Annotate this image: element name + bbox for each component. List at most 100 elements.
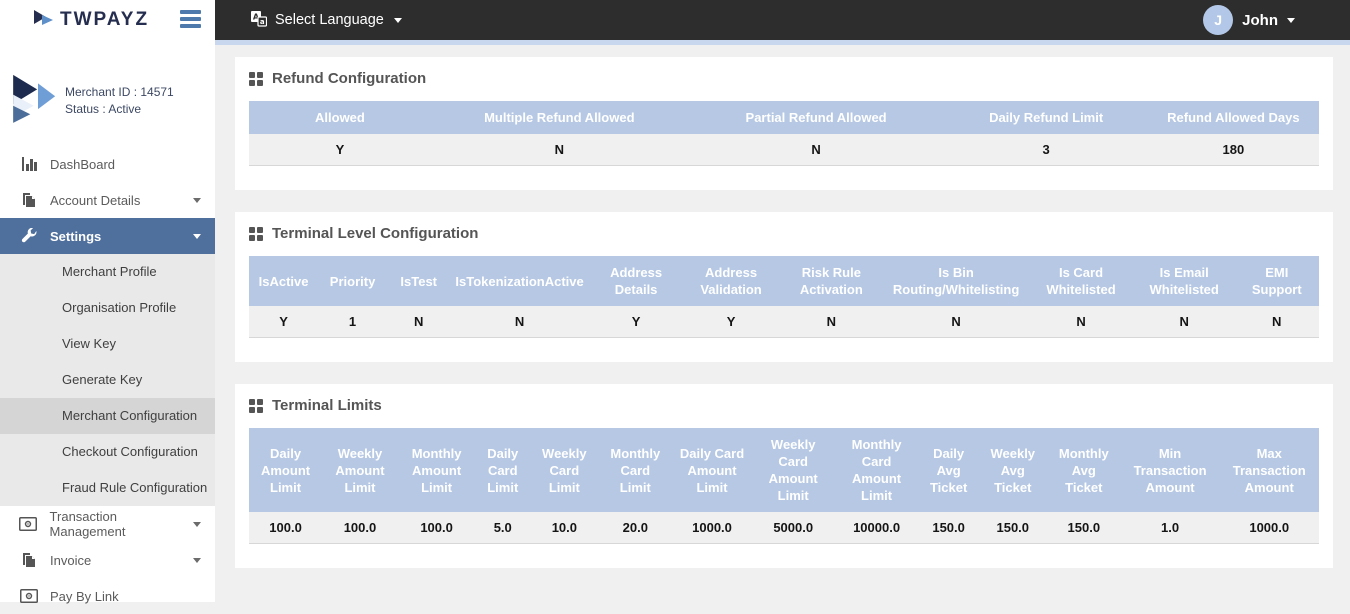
column-header: Monthly Avg Ticket	[1047, 428, 1121, 512]
panel-title-text: Terminal Limits	[272, 397, 382, 414]
sidebar-item-label: Pay By Link	[50, 589, 119, 604]
table-cell: N	[688, 134, 945, 166]
table-row: YNN3180	[249, 134, 1319, 166]
sidebar-nav: DashBoard Account Details Settings	[0, 146, 215, 614]
table-row: Y1NNYYNNNNN	[249, 306, 1319, 338]
column-header: Daily Avg Ticket	[919, 428, 979, 512]
table-cell: 10.0	[530, 512, 598, 544]
money-bill-icon	[19, 589, 38, 603]
sidebar-item-settings[interactable]: Settings	[0, 218, 215, 254]
table-cell: 1000.0	[672, 512, 752, 544]
column-header: Max Transaction Amount	[1219, 428, 1319, 512]
table-cell: N	[431, 134, 688, 166]
column-header: IsTest	[387, 256, 450, 306]
column-header: Is Bin Routing/Whitelisting	[884, 256, 1028, 306]
merchant-logo-icon	[8, 73, 56, 128]
sidebar-item-invoice[interactable]: Invoice	[0, 542, 215, 578]
sidebar-item-label: DashBoard	[50, 157, 115, 172]
main-content: Refund Configuration AllowedMultiple Ref…	[215, 45, 1350, 602]
sidebar-item-transaction-management[interactable]: Transaction Management	[0, 506, 215, 542]
column-header: Weekly Amount Limit	[322, 428, 398, 512]
panel-refund-configuration: Refund Configuration AllowedMultiple Ref…	[235, 57, 1333, 190]
column-header: EMI Support	[1235, 256, 1320, 306]
sidebar-item-pay-by-link[interactable]: Pay By Link	[0, 578, 215, 614]
brand-logo[interactable]: TWPAYZ	[33, 8, 149, 33]
sidebar-header: TWPAYZ	[0, 0, 215, 40]
column-header: Refund Allowed Days	[1148, 101, 1319, 134]
submenu-item-generate-key[interactable]: Generate Key	[0, 362, 215, 398]
bar-chart-icon	[19, 156, 38, 172]
avatar: J	[1203, 5, 1233, 35]
submenu-item-merchant-profile[interactable]: Merchant Profile	[0, 254, 215, 290]
merchant-info: Merchant ID : 14571 Status : Active	[0, 40, 215, 146]
table-cell: 10000.0	[834, 512, 918, 544]
column-header: Weekly Card Limit	[530, 428, 598, 512]
language-selector-label: Select Language	[275, 12, 384, 28]
sidebar-item-label: Invoice	[50, 553, 91, 568]
table-cell: N	[450, 306, 588, 338]
pages-icon	[19, 192, 38, 208]
column-header: Daily Amount Limit	[249, 428, 322, 512]
table-cell: 150.0	[979, 512, 1047, 544]
table-cell: Y	[683, 306, 778, 338]
table-cell: N	[1028, 306, 1134, 338]
chevron-down-icon	[193, 522, 201, 527]
sidebar-item-label: Settings	[50, 229, 101, 244]
brand-logo-icon	[33, 8, 54, 33]
table-cell: 3	[944, 134, 1147, 166]
wrench-icon	[19, 228, 38, 244]
column-header: Min Transaction Amount	[1121, 428, 1220, 512]
table-cell: N	[1235, 306, 1320, 338]
table-cell: 100.0	[398, 512, 475, 544]
table-cell: 100.0	[322, 512, 398, 544]
column-header: Daily Card Amount Limit	[672, 428, 752, 512]
column-header: Is Card Whitelisted	[1028, 256, 1134, 306]
panel-terminal-level-configuration: Terminal Level Configuration IsActivePri…	[235, 212, 1333, 362]
column-header: Address Validation	[683, 256, 778, 306]
grid-icon	[249, 72, 263, 86]
sidebar-item-label: Transaction Management	[50, 509, 193, 539]
grid-icon	[249, 227, 263, 241]
table-cell: Y	[249, 306, 318, 338]
table-cell: 5.0	[475, 512, 530, 544]
sidebar-item-dashboard[interactable]: DashBoard	[0, 146, 215, 182]
column-header: Weekly Card Amount Limit	[752, 428, 835, 512]
brand-logo-text: TWPAYZ	[60, 9, 149, 31]
column-header: Allowed	[249, 101, 431, 134]
language-selector[interactable]: A a Select Language	[250, 10, 402, 31]
column-header: Monthly Card Limit	[599, 428, 673, 512]
column-header: IsTokenizationActive	[450, 256, 588, 306]
submenu-item-merchant-configuration[interactable]: Merchant Configuration	[0, 398, 215, 434]
table-cell: N	[884, 306, 1028, 338]
table-cell: 150.0	[1047, 512, 1121, 544]
table-cell: 180	[1148, 134, 1319, 166]
table-cell: N	[1134, 306, 1235, 338]
column-header: Monthly Amount Limit	[398, 428, 475, 512]
sidebar-item-label: Account Details	[50, 193, 140, 208]
panel-terminal-limits: Terminal Limits Daily Amount LimitWeekly…	[235, 384, 1333, 568]
submenu-item-fraud-rule-configuration[interactable]: Fraud Rule Configuration	[0, 470, 215, 506]
table-cell: 100.0	[249, 512, 322, 544]
sidebar-item-account-details[interactable]: Account Details	[0, 182, 215, 218]
table-cell: Y	[589, 306, 684, 338]
panel-title: Terminal Level Configuration	[249, 225, 1319, 242]
table-cell: 1.0	[1121, 512, 1220, 544]
table-cell: N	[387, 306, 450, 338]
translate-icon: A a	[250, 10, 267, 31]
menu-toggle-icon[interactable]	[180, 10, 202, 31]
column-header: Priority	[318, 256, 387, 306]
column-header: Partial Refund Allowed	[688, 101, 945, 134]
svg-text:a: a	[260, 18, 265, 26]
refund-configuration-table: AllowedMultiple Refund AllowedPartial Re…	[249, 101, 1319, 166]
submenu-item-organisation-profile[interactable]: Organisation Profile	[0, 290, 215, 326]
merchant-status: Status : Active	[65, 101, 174, 118]
chevron-down-icon	[193, 234, 201, 239]
table-cell: N	[779, 306, 884, 338]
terminal-level-configuration-table: IsActivePriorityIsTestIsTokenizationActi…	[249, 256, 1319, 338]
user-menu[interactable]: J John	[1203, 5, 1295, 35]
submenu-item-view-key[interactable]: View Key	[0, 326, 215, 362]
table-cell: 5000.0	[752, 512, 835, 544]
chevron-down-icon	[193, 558, 201, 563]
submenu-item-checkout-configuration[interactable]: Checkout Configuration	[0, 434, 215, 470]
money-bill-icon	[19, 517, 38, 531]
